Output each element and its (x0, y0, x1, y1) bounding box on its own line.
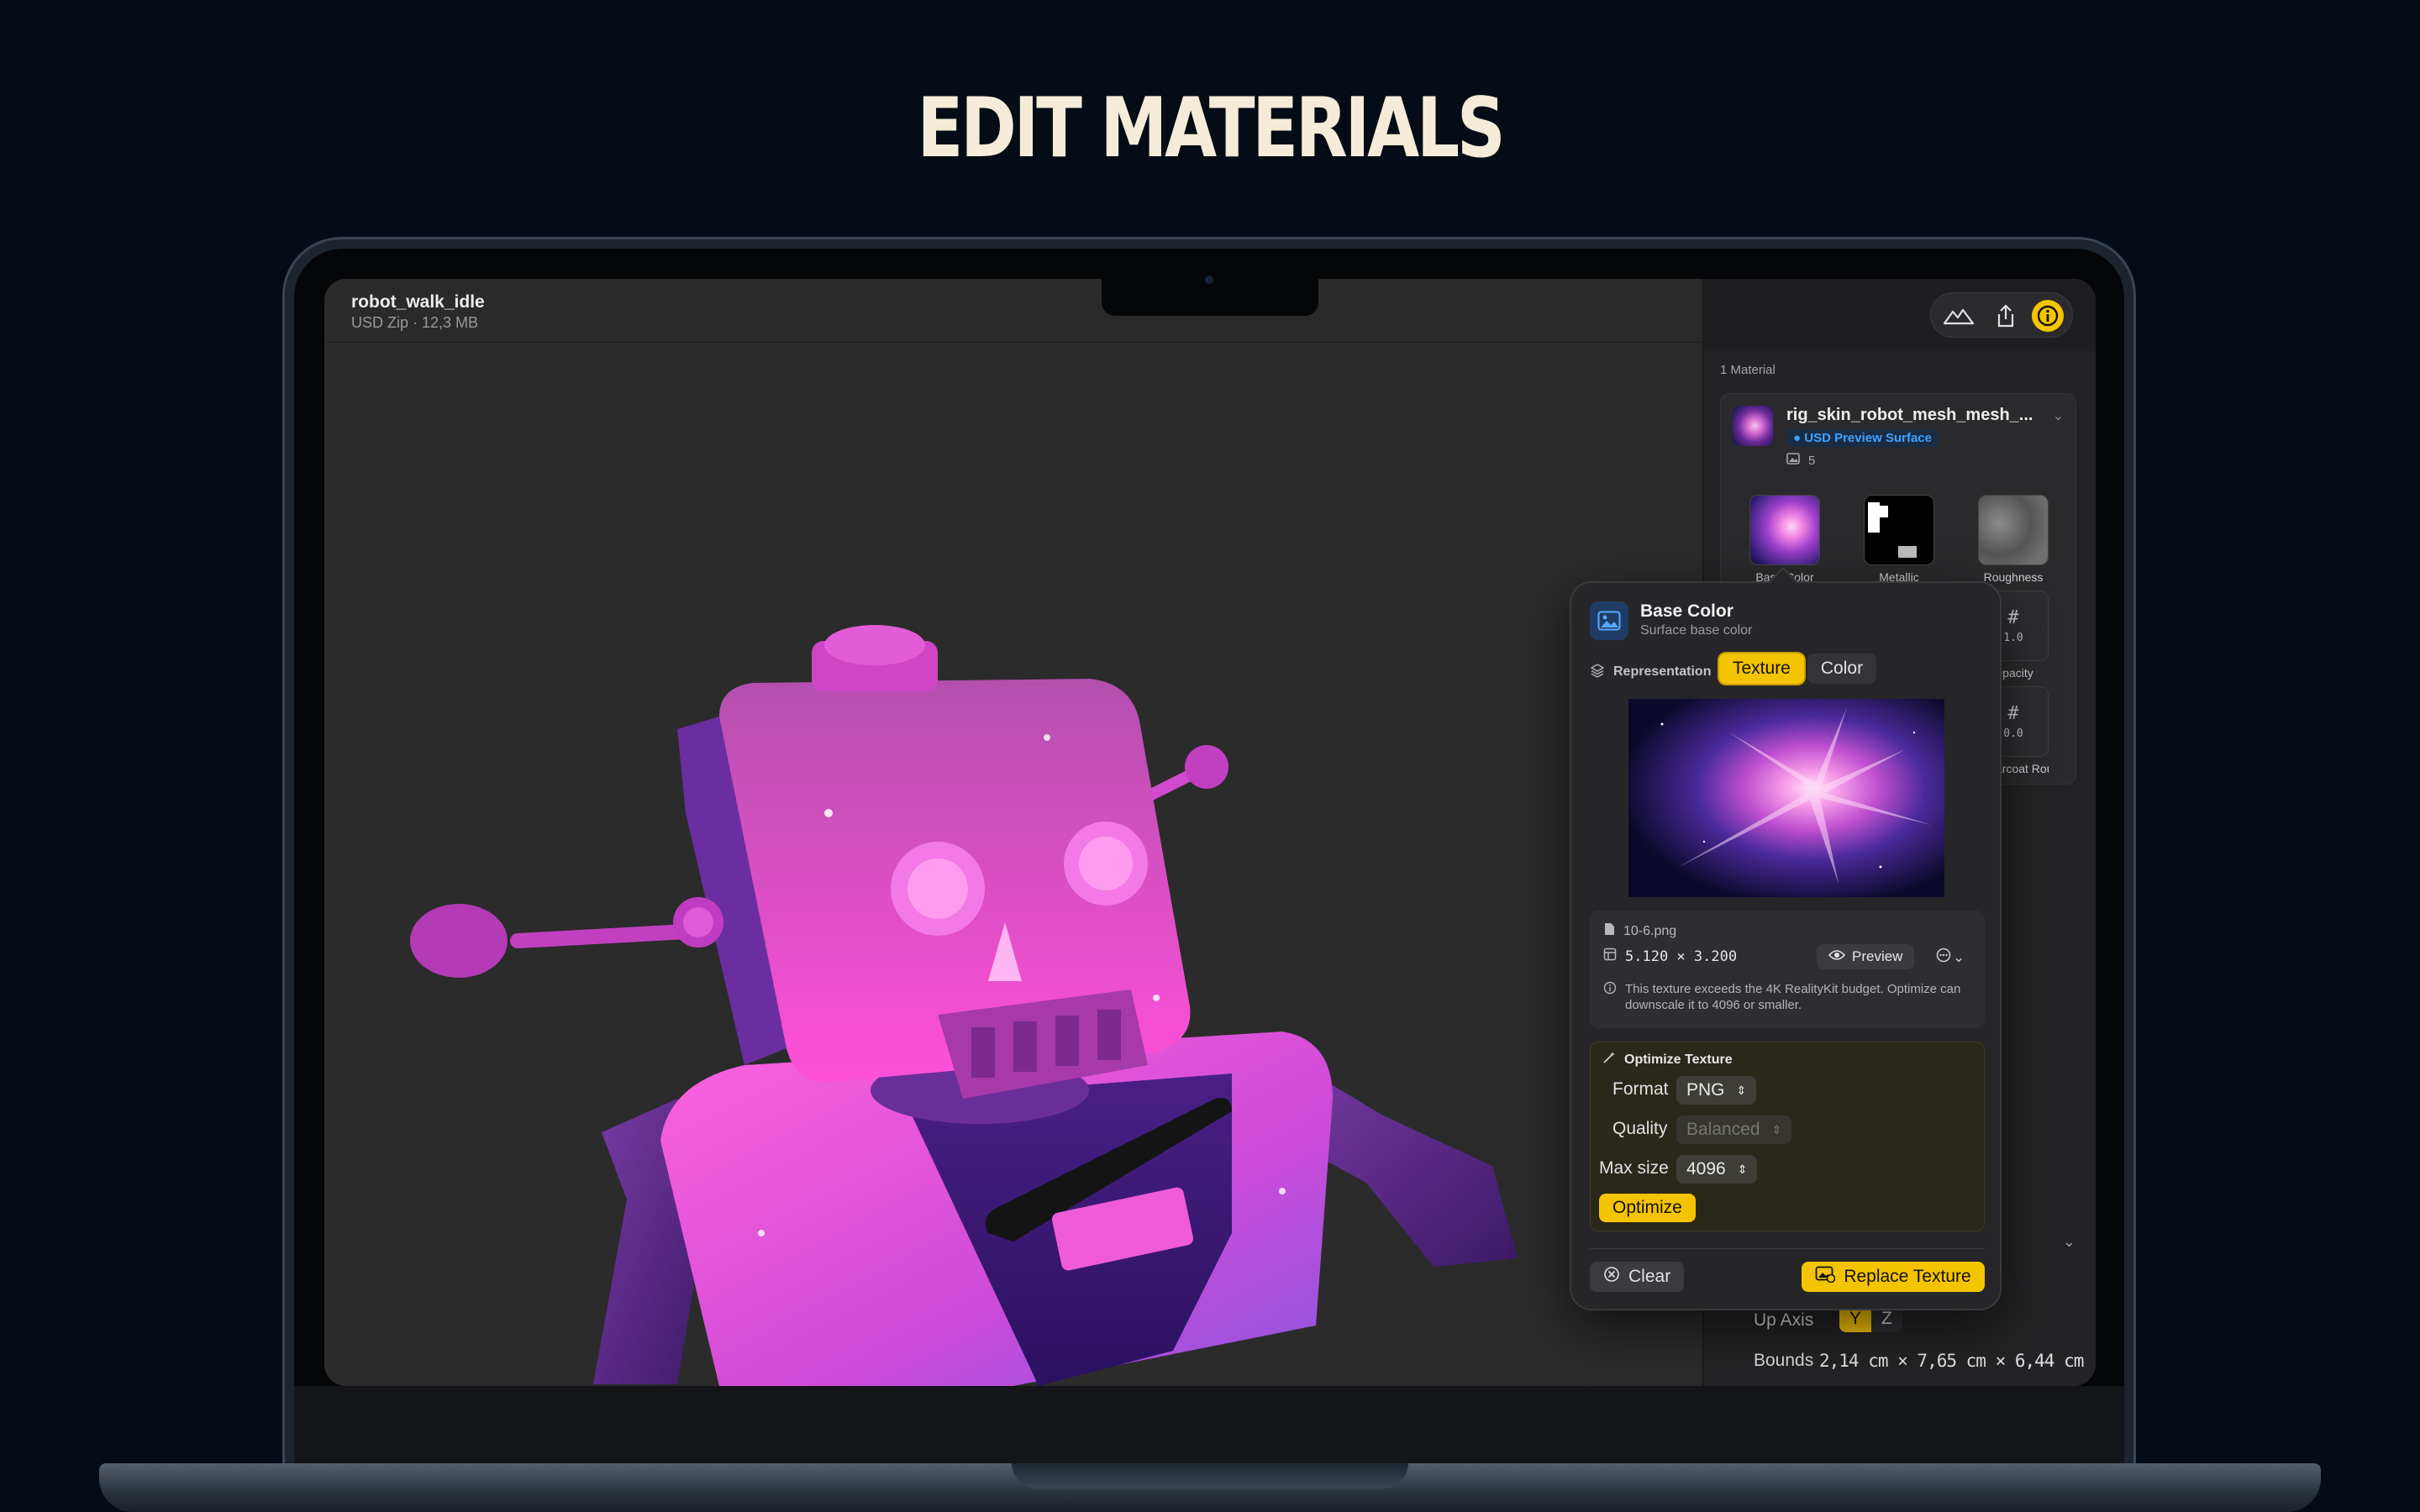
bounds-label: Bounds (1754, 1351, 1814, 1370)
chevron-down-icon: ⌄ (1953, 948, 1965, 965)
camera-lens (1205, 276, 1213, 284)
image-icon (1786, 453, 1800, 468)
format-label: Format (1612, 1079, 1669, 1099)
clear-button[interactable]: Clear (1590, 1262, 1685, 1292)
titlebar: robot_walk_idle USD Zip · 12,3 MB (324, 279, 1702, 343)
info-circle-icon (1603, 981, 1617, 1013)
quality-label: Quality (1612, 1119, 1668, 1138)
camera-notch (1102, 279, 1318, 316)
warning-text: This texture exceeds the 4K RealityKit b… (1625, 982, 1961, 1012)
optimize-title-row: Optimize Texture (1602, 1051, 1733, 1068)
chevron-down-icon[interactable]: ⌄ (2063, 1233, 2075, 1251)
chevron-down-icon[interactable]: ⌄ (2053, 407, 2064, 424)
layers-icon (1590, 663, 1605, 682)
budget-warning: This texture exceeds the 4K RealityKit b… (1603, 981, 1978, 1013)
updown-chevron-icon: ⇕ (1771, 1122, 1782, 1137)
optimize-title: Optimize Texture (1624, 1052, 1733, 1067)
texture-count: 5 (1786, 453, 1815, 468)
file-name: robot_walk_idle (351, 292, 485, 312)
quality-value: Balanced (1686, 1120, 1760, 1139)
optimize-texture-section: Optimize Texture Format PNG ⇕ Quality Ba… (1590, 1042, 1985, 1231)
texture-preview-image (1628, 699, 1944, 897)
material-name: rig_skin_robot_mesh_mesh_... (1786, 406, 2033, 424)
3d-viewport[interactable] (324, 343, 1702, 1386)
texture-dimensions: 5.120 × 3.200 (1625, 948, 1738, 965)
material-thumbnail (1733, 406, 1773, 446)
dimensions-row: 5.120 × 3.200 (1603, 948, 1737, 965)
updown-chevron-icon: ⇕ (1736, 1083, 1747, 1097)
bounds-value: 2,14 cm × 7,65 cm × 6,44 cm (1819, 1351, 2084, 1371)
representation-label: Representation (1613, 664, 1712, 679)
representation-segmented: Texture Color (1719, 654, 1877, 684)
more-options-button[interactable]: ⌄ (1936, 948, 1965, 967)
material-type-badge: ● USD Preview Surface (1786, 429, 1939, 447)
headline: EDIT MATERIALS (917, 81, 1505, 176)
preview-label: Preview (1852, 948, 1903, 964)
laptop-base-notch (1012, 1463, 1408, 1488)
representation-texture[interactable]: Texture (1719, 654, 1804, 684)
texture-slot-roughness[interactable]: Roughness (1978, 495, 2049, 584)
texture-swatch (1864, 495, 1934, 565)
material-count: 1 Material (1720, 363, 1776, 377)
popover-divider (1590, 1248, 1985, 1249)
preview-button[interactable]: Preview (1817, 944, 1915, 969)
max-size-value: 4096 (1686, 1159, 1726, 1179)
replace-texture-label: Replace Texture (1844, 1267, 1971, 1286)
laptop-chin (294, 1386, 2124, 1463)
toolbar-group (1930, 292, 2073, 338)
texture-slot-metallic[interactable]: Metallic (1864, 495, 1934, 584)
document-icon (1603, 922, 1615, 940)
replace-texture-button[interactable]: Replace Texture (1802, 1262, 1985, 1292)
quality-select[interactable]: Balanced ⇕ (1676, 1116, 1792, 1144)
magic-wand-icon (1602, 1051, 1616, 1068)
xmark-circle-icon (1603, 1266, 1620, 1288)
format-select[interactable]: PNG ⇕ (1676, 1076, 1757, 1105)
updown-chevron-icon: ⇕ (1737, 1162, 1748, 1176)
file-meta: USD Zip · 12,3 MB (351, 314, 479, 331)
photo-icon (1590, 601, 1628, 640)
eye-icon (1828, 948, 1846, 965)
info-icon[interactable] (2032, 300, 2064, 332)
format-value: PNG (1686, 1080, 1725, 1100)
texture-file-name: 10-6.png (1623, 923, 1677, 938)
up-axis-label: Up Axis (1754, 1310, 1814, 1330)
max-size-label: Max size (1599, 1158, 1669, 1178)
max-size-select[interactable]: 4096 ⇕ (1676, 1155, 1758, 1184)
representation-row: Representation (1590, 657, 1711, 687)
clear-label: Clear (1628, 1267, 1671, 1286)
share-icon[interactable] (1990, 300, 2022, 332)
texture-label: Roughness (1983, 570, 2044, 584)
representation-color[interactable]: Color (1807, 654, 1877, 684)
texture-swatch (1978, 495, 2049, 565)
ellipsis-circle-icon (1936, 948, 1951, 967)
popover-title: Base Color (1640, 601, 1733, 621)
photo-replace-icon (1815, 1266, 1836, 1288)
file-row: 10-6.png (1603, 922, 1676, 940)
base-color-popover: Base Color Surface base color Representa… (1570, 581, 2002, 1310)
dimensions-icon (1603, 948, 1617, 965)
mountains-icon[interactable] (1943, 300, 1975, 332)
optimize-button[interactable]: Optimize (1599, 1194, 1696, 1222)
texture-info-box: 10-6.png 5.120 × 3.200 Preview ⌄ This te… (1590, 911, 1985, 1028)
texture-swatch (1749, 495, 1820, 565)
robot-model (410, 625, 1518, 1386)
popover-subtitle: Surface base color (1640, 623, 1753, 638)
